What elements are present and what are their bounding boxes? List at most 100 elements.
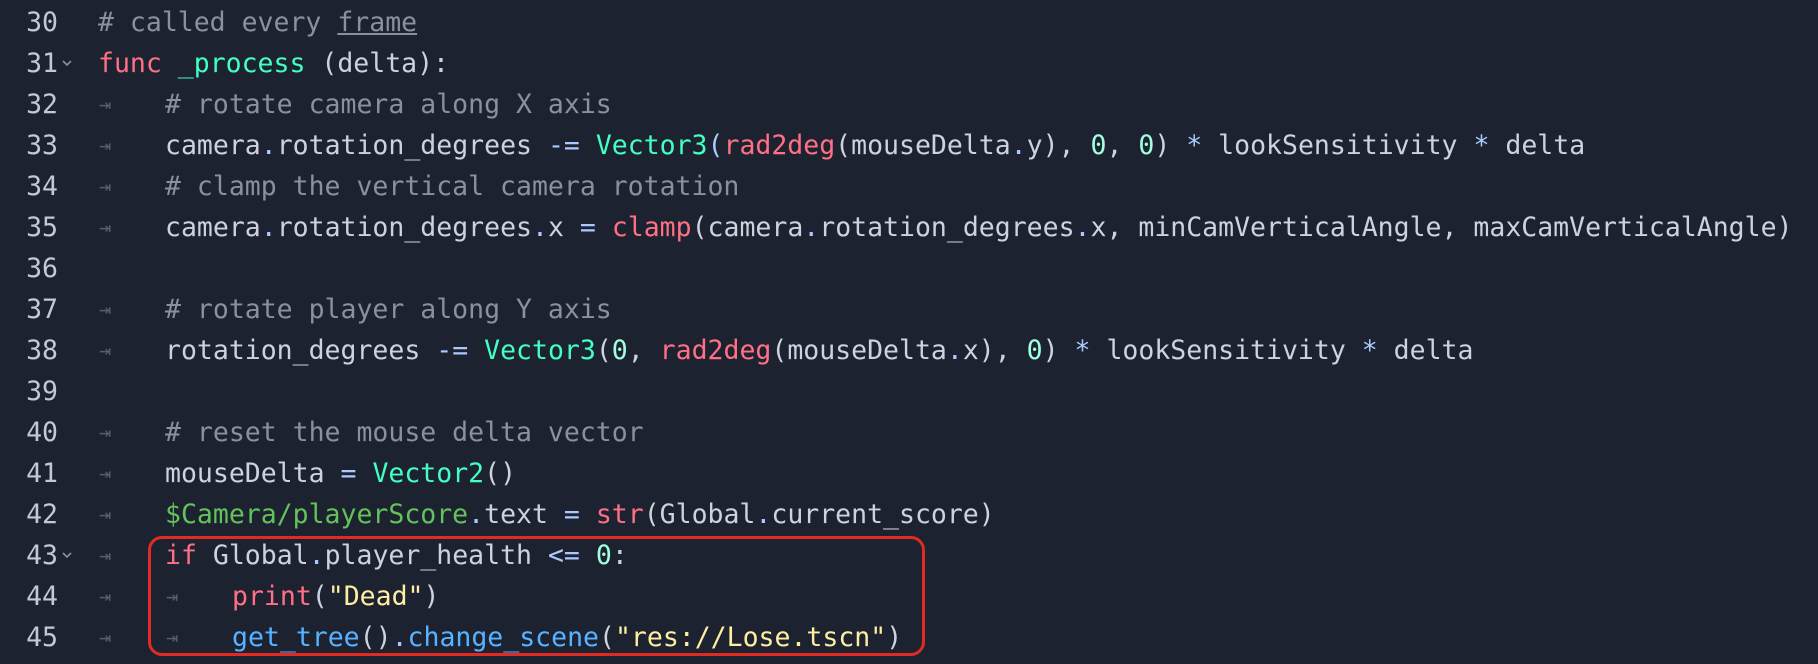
code-token: rad2deg: [723, 130, 836, 161]
code-line[interactable]: 38 ⇥ rotation_degrees -= Vector3(0, rad2de…: [0, 330, 1818, 371]
code-token: .: [531, 212, 548, 243]
code-token: 0: [611, 335, 628, 366]
line-number: 40: [26, 417, 58, 448]
code-token: ): [1042, 335, 1075, 366]
line-number: 37: [26, 294, 58, 325]
code-token: str: [595, 499, 644, 530]
code-token: *: [1186, 130, 1203, 161]
code-line[interactable]: 33 ⇥ camera.rotation_degrees -= Vector3(ra…: [0, 125, 1818, 166]
code-token: text: [484, 499, 564, 530]
line-number: 31: [26, 48, 58, 79]
line-number: 32: [26, 89, 58, 120]
highlight-annotation-box: [148, 536, 925, 656]
code-token: # reset the mouse delta vector: [165, 417, 644, 448]
code-text: ⇥ # rotate camera along X axis: [98, 84, 612, 125]
code-token: # clamp the vertical camera rotation: [165, 171, 740, 202]
code-token: .: [946, 335, 963, 366]
code-token: 0: [1026, 335, 1043, 366]
code-token: # called every: [98, 7, 338, 38]
code-line[interactable]: 42 ⇥ $Camera/playerScore.text = str(Global…: [0, 494, 1818, 535]
code-token: =: [563, 499, 580, 530]
code-token: *: [1074, 335, 1091, 366]
code-token: .: [803, 212, 820, 243]
code-text: ⇥ # clamp the vertical camera rotation: [98, 166, 739, 207]
line-number: 34: [26, 171, 58, 202]
code-line[interactable]: 40 ⇥ # reset the mouse delta vector: [0, 412, 1818, 453]
code-token: $Camera/playerScore: [165, 499, 469, 530]
line-number: 39: [26, 376, 58, 407]
code-token: *: [1473, 130, 1490, 161]
code-token: rotation_degrees: [819, 212, 1075, 243]
code-token: current_score): [771, 499, 995, 530]
tab-indent-icon: ⇥: [99, 338, 112, 362]
code-token: camera: [165, 130, 261, 161]
line-number: 43: [26, 540, 58, 571]
code-line[interactable]: 30 # called every frame: [0, 2, 1818, 43]
code-text: ⇥ camera.rotation_degrees -= Vector3(rad2…: [98, 125, 1585, 166]
code-token: (: [707, 130, 724, 161]
code-token: (delta):: [305, 48, 450, 79]
code-token: (camera: [691, 212, 804, 243]
code-token: 0: [1138, 130, 1155, 161]
code-token: delta: [1377, 335, 1474, 366]
tab-indent-icon: ⇥: [99, 92, 112, 116]
code-line[interactable]: 34 ⇥ # clamp the vertical camera rotation: [0, 166, 1818, 207]
code-token: ): [1154, 130, 1187, 161]
code-token: Vector2: [372, 458, 485, 489]
code-token: delta: [1489, 130, 1586, 161]
code-token: x),: [962, 335, 1027, 366]
code-text: ⇥ # reset the mouse delta vector: [98, 412, 644, 453]
line-number: 44: [26, 581, 58, 612]
code-token: x, minCamVerticalAngle, maxCamVerticalAn…: [1090, 212, 1793, 243]
tab-indent-icon: ⇥: [99, 174, 112, 198]
tab-indent-icon: ⇥: [99, 133, 112, 157]
code-token: .: [1074, 212, 1091, 243]
code-token: rotation_degrees: [276, 130, 548, 161]
code-token: (): [484, 458, 517, 489]
code-line[interactable]: 37 ⇥ # rotate player along Y axis: [0, 289, 1818, 330]
code-token: rad2deg: [659, 335, 772, 366]
code-token: -=: [436, 335, 469, 366]
chevron-down-icon[interactable]: [62, 550, 72, 560]
chevron-down-icon[interactable]: [62, 58, 72, 68]
code-line[interactable]: 39: [0, 371, 1818, 412]
code-token: _process: [177, 48, 306, 79]
code-text: ⇥ # rotate player along Y axis: [98, 289, 612, 330]
code-token: rotation_degrees: [276, 212, 532, 243]
code-token: (: [595, 335, 612, 366]
code-line[interactable]: 35 ⇥ camera.rotation_degrees.x = clamp(cam…: [0, 207, 1818, 248]
code-token: -=: [547, 130, 580, 161]
code-text: ⇥ $Camera/playerScore.text = str(Global.c…: [98, 494, 995, 535]
line-number: 30: [26, 7, 58, 38]
code-line[interactable]: 31 func _process (delta):: [0, 43, 1818, 84]
code-token: .: [468, 499, 485, 530]
code-line[interactable]: 36: [0, 248, 1818, 289]
code-token: lookSensitivity: [1090, 335, 1362, 366]
code-token: func: [98, 48, 178, 79]
code-token: =: [579, 212, 596, 243]
code-token: (Global: [643, 499, 756, 530]
code-text: ⇥ mouseDelta = Vector2(): [98, 453, 516, 494]
code-token: =: [340, 458, 357, 489]
code-token: .: [260, 212, 277, 243]
code-token: rotation_degrees: [165, 335, 437, 366]
code-text: # called every frame: [98, 2, 417, 43]
code-text: ⇥ rotation_degrees -= Vector3(0, rad2deg(…: [98, 330, 1473, 371]
tab-indent-icon: ⇥: [99, 502, 112, 526]
line-number: 38: [26, 335, 58, 366]
code-editor[interactable]: 30 # called every frame 31 func _process (d…: [0, 0, 1818, 664]
code-line[interactable]: 32 ⇥ # rotate camera along X axis: [0, 84, 1818, 125]
code-token: camera: [165, 212, 261, 243]
code-line[interactable]: 41 ⇥ mouseDelta = Vector2(): [0, 453, 1818, 494]
tab-indent-icon: ⇥: [99, 215, 112, 239]
code-token: frame: [337, 7, 418, 38]
code-token: mouseDelta: [165, 458, 341, 489]
line-number: 45: [26, 622, 58, 653]
code-token: .: [755, 499, 772, 530]
code-token: *: [1361, 335, 1378, 366]
tab-indent-icon: ⇥: [99, 461, 112, 485]
code-token: x: [547, 212, 580, 243]
